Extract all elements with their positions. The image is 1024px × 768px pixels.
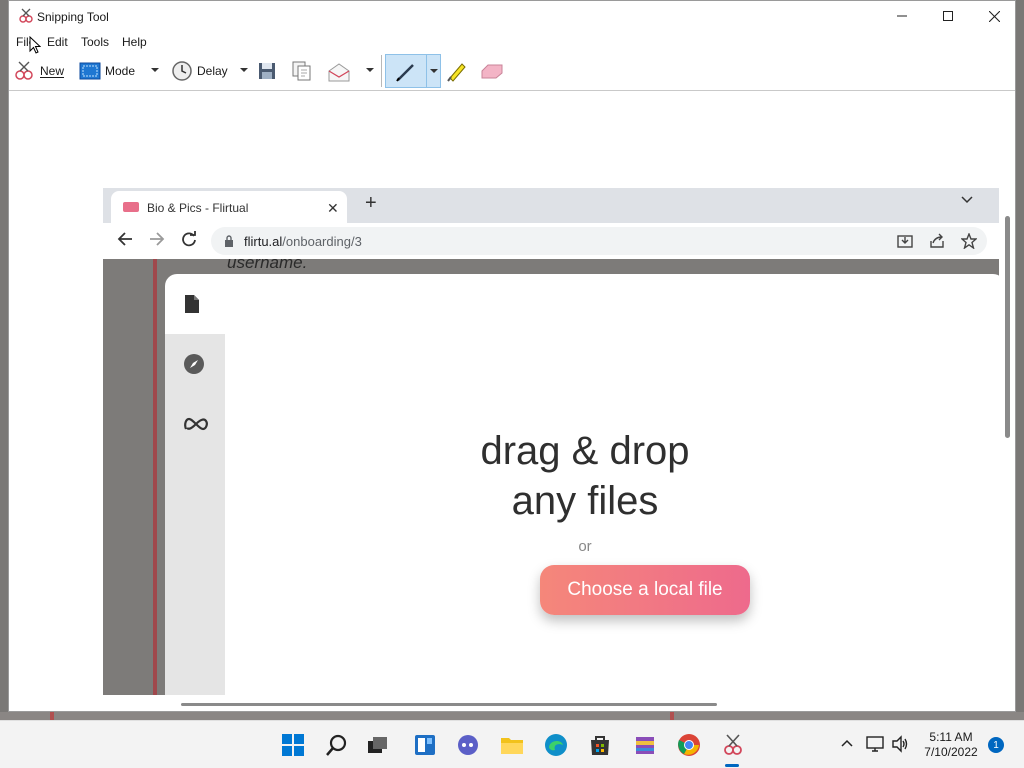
mode-label: Mode [105,64,136,78]
snipping-tool-taskbar-icon[interactable] [721,733,745,757]
maximize-button[interactable] [925,1,971,31]
address-bar[interactable]: flirtu.al/onboarding/3 [211,227,987,255]
horizontal-scrollbar[interactable] [181,703,717,706]
back-icon[interactable] [117,231,133,247]
choose-local-file-button[interactable]: Choose a local file [540,565,750,615]
page-content: username. drag & drop any files or Choos… [103,259,999,695]
drop-title-line1: drag & drop [480,429,690,473]
file-icon[interactable] [183,294,201,314]
minimize-button[interactable] [879,1,925,31]
save-icon[interactable] [258,62,276,80]
copy-icon[interactable] [292,61,312,81]
minimize-icon [897,15,907,17]
menu-edit[interactable]: Edit [47,35,68,49]
url-host: flirtu.al [244,234,283,249]
url-path: /onboarding/3 [282,234,362,249]
new-label: New [40,64,65,78]
notification-badge[interactable]: 1 [988,737,1004,753]
eraser-icon[interactable] [480,63,504,79]
snipping-tool-icon [19,8,33,23]
search-icon[interactable] [325,733,349,757]
url-text: flirtu.al/onboarding/3 [244,234,362,249]
clock[interactable]: 5:11 AM 7/10/2022 [916,730,986,760]
delay-dropdown-arrow[interactable] [240,68,248,72]
delay-clock-icon [172,61,192,81]
close-button[interactable] [971,1,1017,31]
pen-divider [426,55,427,87]
menu-bar: File Edit Tools Help [9,31,1015,51]
delay-label: Delay [197,64,228,78]
drop-title-line2: any files [511,479,659,523]
chat-icon[interactable] [456,733,480,757]
captured-browser: Bio & Pics - Flirtual ✕ + flirtu.al/onbo… [103,188,999,695]
send-icon[interactable] [327,61,353,83]
compass-icon[interactable] [183,353,205,375]
reload-icon[interactable] [181,231,197,247]
taskbar: 5:11 AM 7/10/2022 1 [0,720,1024,768]
browser-toolbar: flirtu.al/onboarding/3 [103,223,999,259]
mode-icon [79,62,101,80]
snipping-tool-window: Snipping Tool File Edit Tools Help New M… [8,0,1016,712]
winrar-icon[interactable] [633,733,657,757]
background-strip [0,712,1024,720]
forward-icon[interactable] [149,231,165,247]
edge-icon[interactable] [544,733,568,757]
chevron-up-icon[interactable] [841,739,853,747]
tab-search-chevron-icon[interactable] [961,196,973,204]
tab-close-icon[interactable]: ✕ [327,200,339,217]
active-app-indicator [725,764,739,767]
toolbar-separator [381,55,382,87]
upload-modal: drag & drop any files or Choose a local … [165,274,999,695]
store-icon[interactable] [588,733,612,757]
window-title: Snipping Tool [37,10,109,24]
windows-start-icon[interactable] [281,733,305,757]
bookmark-star-icon[interactable] [961,233,977,249]
new-tab-icon[interactable]: + [365,192,377,215]
mouse-cursor-icon [29,36,41,54]
pen-icon [396,64,414,82]
browser-tab[interactable]: Bio & Pics - Flirtual ✕ [111,191,347,223]
title-bar[interactable]: Snipping Tool [9,1,1015,31]
mode-button[interactable]: Mode [79,58,135,84]
menu-help[interactable]: Help [122,35,147,49]
pen-dropdown-arrow[interactable] [430,69,438,73]
flirtual-favicon-icon [123,202,139,212]
widgets-icon[interactable] [413,733,437,757]
page-accent-line [153,259,157,695]
snip-canvas: Bio & Pics - Flirtual ✕ + flirtu.al/onbo… [9,93,1001,695]
mode-dropdown-arrow[interactable] [151,68,159,72]
lock-icon[interactable] [224,235,234,247]
install-icon[interactable] [897,233,913,249]
clock-date: 7/10/2022 [924,745,978,759]
chrome-icon[interactable] [677,733,701,757]
volume-icon[interactable] [891,735,909,753]
task-view-icon[interactable] [366,733,390,757]
highlighter-icon[interactable] [446,60,468,82]
browser-tab-title: Bio & Pics - Flirtual [147,201,249,215]
clock-time: 5:11 AM [929,730,973,744]
or-text: or [578,538,592,555]
network-icon[interactable] [866,735,884,753]
new-snip-button[interactable]: New [12,58,64,84]
vertical-scrollbar[interactable] [1005,216,1010,438]
new-snip-icon [15,61,33,80]
menu-tools[interactable]: Tools [81,35,109,49]
browser-tab-strip: Bio & Pics - Flirtual ✕ + [103,188,999,223]
page-hint-text: username. [227,259,308,272]
delay-button[interactable]: Delay [171,58,228,84]
close-icon [988,10,1000,22]
maximize-icon [943,11,953,21]
share-icon[interactable] [929,233,945,249]
file-explorer-icon[interactable] [500,733,524,757]
send-dropdown-arrow[interactable] [366,68,374,72]
pen-button[interactable] [385,54,441,88]
toolbar: New Mode Delay [9,51,1015,91]
